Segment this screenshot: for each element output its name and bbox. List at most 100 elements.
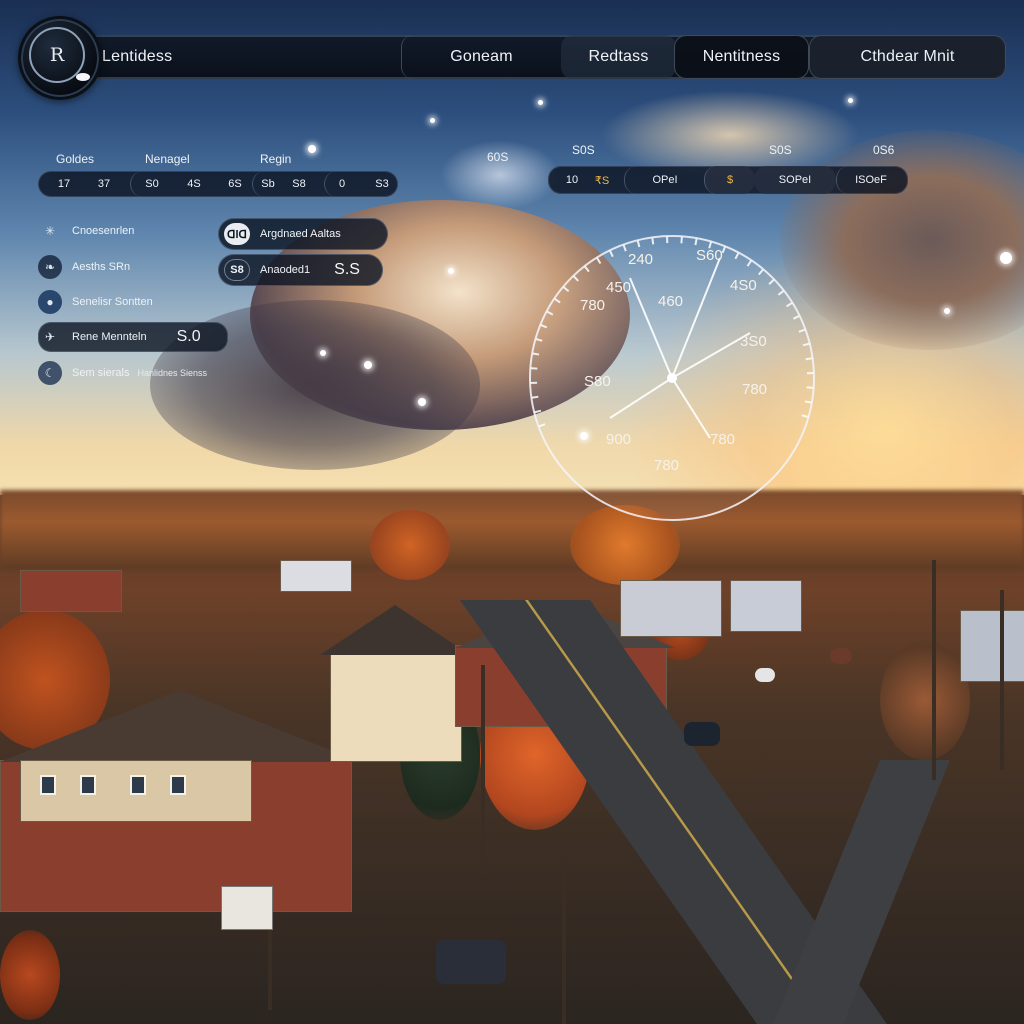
sparkle — [430, 118, 435, 123]
stat-value[interactable]: 0 — [324, 171, 359, 197]
stat-value[interactable]: 6S — [218, 171, 252, 197]
window — [170, 775, 186, 795]
stat-label: Regin — [260, 152, 292, 166]
sidebar-item-label: Rene Mennteln — [72, 331, 147, 343]
tree — [370, 510, 450, 580]
stat-value[interactable]: 10 — [556, 166, 588, 194]
sparkle — [320, 350, 326, 356]
stat-label: S0S — [769, 143, 792, 157]
house — [280, 560, 352, 592]
top-navigation: Lentidess Goneam Redtass Nentitness Cthd… — [18, 16, 1006, 100]
card-value: S.S — [334, 261, 360, 278]
house — [960, 610, 1024, 682]
utility-pole — [932, 560, 936, 780]
car — [830, 648, 852, 664]
globe-icon: ● — [38, 290, 62, 314]
stat-value[interactable]: 37 — [84, 171, 124, 197]
stat-value[interactable]: 17 — [44, 171, 84, 197]
window — [40, 775, 56, 795]
sidebar-item-extra: Hanlidnes Sienss — [137, 368, 208, 378]
stat-label: 0S6 — [873, 143, 895, 157]
window — [80, 775, 96, 795]
stat-value[interactable]: ISOeF — [836, 166, 905, 194]
nav-item-cthdear-mnit[interactable]: Cthdear Mnit — [809, 35, 1006, 79]
yard-sign — [221, 886, 273, 930]
roof — [0, 690, 360, 762]
sidebar-item-cnoesenrlen[interactable]: ✳ Cnoesenrlen — [38, 218, 134, 244]
utility-pole — [1000, 590, 1004, 770]
logo-text: R — [49, 44, 65, 66]
dial-label: 450 — [606, 279, 631, 296]
logo-dot — [76, 73, 90, 81]
sidebar-item-label: Aesths SRn — [72, 261, 131, 273]
dial-label: 460 — [658, 293, 683, 310]
dial-hub — [667, 373, 677, 383]
sparkle — [1000, 252, 1012, 264]
dial-label: S80 — [584, 373, 611, 390]
dial-label: 780 — [654, 457, 679, 474]
car — [436, 940, 506, 984]
sidebar-item-senelisr[interactable]: ● Senelisr Sontten — [38, 289, 153, 315]
card-badge: S8 — [224, 259, 250, 281]
dial-label: 4S0 — [730, 277, 757, 294]
card-label: Anaoded1 — [260, 264, 311, 276]
nav-bar: Lentidess Goneam Redtass Nentitness Cthd… — [76, 35, 1006, 79]
plane-icon: ✈ — [44, 330, 56, 344]
utility-pole — [562, 855, 566, 1024]
stat-value[interactable]: S3 — [368, 171, 396, 197]
sidebar-item-value: S.0 — [176, 328, 201, 345]
stat-label: S0S — [572, 143, 595, 157]
stat-value[interactable]: Sb — [252, 171, 283, 197]
house — [620, 580, 722, 637]
sparkle — [538, 100, 543, 105]
sparkle — [418, 398, 426, 406]
stat-value[interactable]: OPeI — [624, 166, 705, 194]
tree — [0, 930, 60, 1020]
sidebar-item-label: Senelisr Sontten — [72, 296, 153, 308]
dial-label: S60 — [696, 247, 723, 264]
stat-value[interactable]: S8 — [282, 171, 316, 197]
house — [730, 580, 802, 632]
stat-value[interactable]: 4S — [172, 171, 216, 197]
info-card[interactable]: ᗡlᗡ Argdnaed Aaltas — [218, 218, 388, 250]
nav-item-lentidess[interactable]: Lentidess — [76, 35, 416, 79]
utility-pole — [481, 665, 485, 875]
card-badge: ᗡlᗡ — [224, 223, 250, 245]
stats-row-left: 17 37 S0 4S 6S Sb S8 0 S3 — [38, 171, 398, 197]
sidebar-item-label: Sem sierals — [72, 367, 130, 379]
stat-value[interactable]: $ — [704, 166, 755, 194]
nav-item-goneam[interactable]: Goneam — [401, 35, 561, 79]
sidebar-item-label: Cnoesenrlen — [72, 225, 135, 237]
stat-label: Goldes — [56, 152, 95, 166]
tree-line — [0, 490, 1024, 570]
car — [755, 668, 775, 682]
sidebar-item-aesths[interactable]: ❧ Aesths SRn — [38, 254, 130, 280]
stat-value[interactable]: SOPeI — [754, 166, 836, 194]
nav-item-nentitness[interactable]: Nentitness — [674, 35, 809, 79]
sidebar-item-rene-mennteln[interactable]: ✈ Rene Mennteln S.0 — [38, 322, 228, 352]
sparkle — [308, 145, 316, 153]
stat-label: Nenagel — [145, 152, 190, 166]
sidebar-item-sem-sierals[interactable]: ☾ Sem sierals Hanlidnes Sienss — [38, 360, 207, 386]
dial-label: 780 — [580, 297, 605, 314]
stat-value[interactable]: S0 — [130, 171, 173, 197]
leaf-icon: ❧ — [38, 255, 62, 279]
stat-value[interactable]: ₹S — [588, 166, 616, 194]
gauge-dial: 240 S60 450 460 4S0 3S0 780 S80 780 900 … — [529, 235, 815, 521]
dial-label: 780 — [710, 431, 735, 448]
dial-label: 3S0 — [740, 333, 767, 350]
app-logo-button[interactable]: R — [18, 16, 102, 100]
window — [130, 775, 146, 795]
stat-label: 60S — [487, 150, 509, 164]
info-card[interactable]: S8 Anaoded1 S.S — [218, 254, 383, 286]
sparkle — [848, 98, 853, 103]
moon-icon: ☾ — [38, 361, 62, 385]
tree — [880, 640, 970, 760]
sparkle — [448, 268, 454, 274]
nav-item-redtass[interactable]: Redtass — [561, 35, 676, 79]
house — [330, 650, 462, 762]
dial-label: 240 — [628, 251, 653, 268]
roof — [320, 605, 470, 655]
dial-label: 780 — [742, 381, 767, 398]
stats-row-right: 10 ₹S OPeI $ SOPeI ISOeF — [548, 166, 908, 194]
